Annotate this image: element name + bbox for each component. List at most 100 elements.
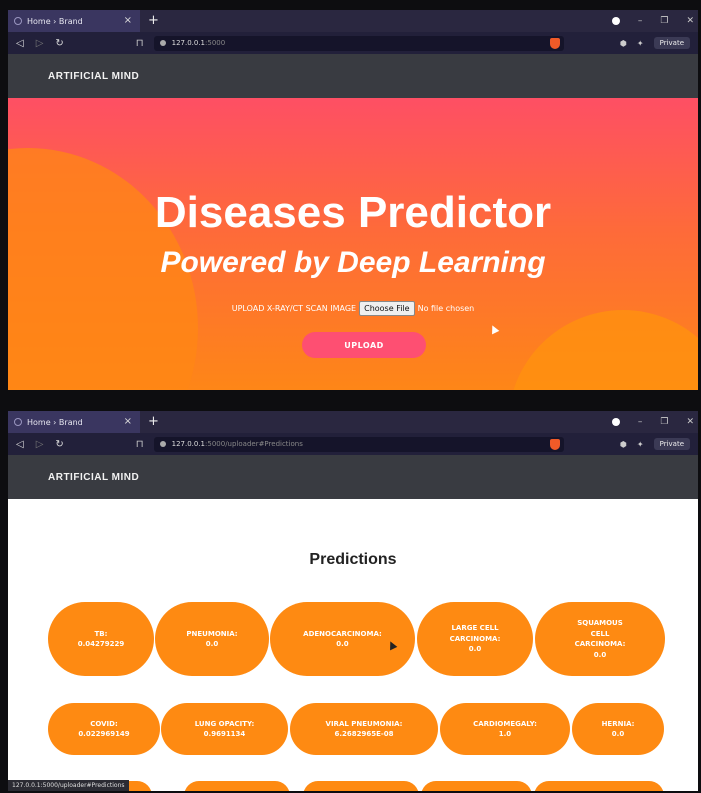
record-icon[interactable] <box>611 17 620 25</box>
extensions-area: ⬢ ✦ Private <box>620 433 690 455</box>
prediction-value: 0.0 <box>611 730 625 738</box>
prediction-card <box>184 781 290 791</box>
prediction-card <box>421 781 532 791</box>
prediction-name: COVID: <box>90 719 118 728</box>
puzzle-icon[interactable]: ✦ <box>637 440 644 449</box>
predictions-title: Predictions <box>309 551 397 568</box>
upload-row: UPLOAD X-RAY/CT SCAN IMAGE Choose File N… <box>8 301 698 316</box>
predictions-section: Predictions TB: 0.04279229 PNEUMONIA: 0.0 … <box>8 499 698 791</box>
reload-icon[interactable]: ↻ <box>55 439 63 450</box>
back-icon[interactable]: ◁ <box>16 38 24 49</box>
choose-file-button[interactable]: Choose File <box>359 301 415 316</box>
home-screenshot: Home › Brand × + – ❐ ✕ ◁ ▷ ↻ ⊓ 127.0.0.1… <box>8 10 698 390</box>
hero-section: Diseases Predictor Powered by Deep Learn… <box>8 98 698 390</box>
extension-icon[interactable]: ⬢ <box>620 440 627 449</box>
prediction-card-squamous-cell-carcinoma: SQUAMOUS CELL CARCINOMA: 0.0 <box>535 602 665 676</box>
brand-logo[interactable]: ARTIFICIAL MIND <box>48 71 139 82</box>
prediction-value: 0.022969149 <box>78 730 130 738</box>
tab-close-button[interactable]: × <box>124 15 132 26</box>
brave-shield-icon[interactable] <box>549 37 560 49</box>
bookmark-icon[interactable]: ⊓ <box>136 439 144 450</box>
window-controls: – ❐ ✕ <box>611 411 694 433</box>
back-icon[interactable]: ◁ <box>16 439 24 450</box>
url-field[interactable]: 127.0.0.1:5000/uploader#Predictions <box>153 436 564 452</box>
prediction-name: HERNIA: <box>601 719 635 728</box>
prediction-name: LUNG OPACITY: <box>194 719 255 728</box>
mouse-cursor-icon <box>488 323 500 335</box>
browser-tab[interactable]: Home › Brand × <box>8 10 140 32</box>
window-controls: – ❐ ✕ <box>611 10 694 32</box>
address-bar: ◁ ▷ ↻ ⊓ 127.0.0.1:5000/uploader#Predicti… <box>8 433 698 455</box>
prediction-value: 0.0 <box>468 645 482 654</box>
url-field[interactable]: 127.0.0.1:5000 <box>153 35 564 51</box>
upload-button[interactable]: UPLOAD <box>302 332 426 358</box>
prediction-value: 1.0 <box>498 730 512 738</box>
prediction-card-tb: TB: 0.04279229 <box>48 602 154 676</box>
brave-shield-icon[interactable] <box>549 438 560 450</box>
prediction-value: 6.2682965E-08 <box>334 730 394 738</box>
reload-icon[interactable]: ↻ <box>55 38 63 49</box>
restore-icon[interactable]: ❐ <box>660 417 668 427</box>
private-badge[interactable]: Private <box>653 438 690 450</box>
site-info-icon[interactable] <box>159 441 166 447</box>
prediction-name: CARDIOMEGALY: <box>473 719 537 728</box>
globe-icon <box>14 17 22 25</box>
prediction-value: 0.0 <box>593 650 607 659</box>
new-tab-button[interactable]: + <box>148 10 159 32</box>
tab-close-button[interactable]: × <box>124 416 132 427</box>
prediction-card-pneumonia: PNEUMONIA: 0.0 <box>155 602 269 676</box>
prediction-name: SQUAMOUS CELL CARCINOMA: <box>574 619 626 648</box>
file-status: No file chosen <box>417 304 475 313</box>
close-window-icon[interactable]: ✕ <box>686 417 694 427</box>
bookmark-icon[interactable]: ⊓ <box>136 38 144 49</box>
prediction-name: PNEUMONIA: <box>186 629 238 638</box>
url-host: 127.0.0.1 <box>171 440 206 448</box>
forward-icon[interactable]: ▷ <box>36 439 44 450</box>
url-host: 127.0.0.1 <box>171 39 206 47</box>
decorative-blob <box>508 310 698 390</box>
upload-label: UPLOAD X-RAY/CT SCAN IMAGE <box>231 304 357 313</box>
close-window-icon[interactable]: ✕ <box>686 16 694 26</box>
globe-icon <box>14 418 22 426</box>
puzzle-icon[interactable]: ✦ <box>637 39 644 48</box>
extension-icon[interactable]: ⬢ <box>620 39 627 48</box>
address-bar: ◁ ▷ ↻ ⊓ 127.0.0.1:5000 ⬢ ✦ Private <box>8 32 698 54</box>
hero-subtitle: Powered by Deep Learning <box>160 246 546 279</box>
prediction-value: 0.0 <box>205 640 219 648</box>
prediction-card-cardiomegaly: CARDIOMEGALY: 1.0 <box>440 703 570 755</box>
hero-title: Diseases Predictor <box>154 188 552 237</box>
forward-icon[interactable]: ▷ <box>36 38 44 49</box>
tab-title: Home › Brand <box>27 417 83 427</box>
site-navbar: ARTIFICIAL MIND <box>8 455 698 499</box>
prediction-name: TB: <box>94 629 108 638</box>
prediction-name: ADENOCARCINOMA: <box>303 629 382 638</box>
prediction-name: VIRAL PNEUMONIA: <box>325 719 403 728</box>
minimize-icon[interactable]: – <box>638 417 643 427</box>
prediction-card <box>534 781 664 791</box>
site-info-icon[interactable] <box>159 40 166 46</box>
url-path: :5000/uploader#Predictions <box>205 440 303 448</box>
prediction-card <box>303 781 419 791</box>
brand-logo[interactable]: ARTIFICIAL MIND <box>48 472 139 483</box>
tab-bar: Home › Brand × + – ❐ ✕ <box>8 411 698 433</box>
prediction-card-large-cell-carcinoma: LARGE CELL CARCINOMA: 0.0 <box>417 602 533 676</box>
tab-title: Home › Brand <box>27 16 83 26</box>
extensions-area: ⬢ ✦ Private <box>620 32 690 54</box>
prediction-value: 0.04279229 <box>77 640 125 648</box>
predictions-screenshot: Home › Brand × + – ❐ ✕ ◁ ▷ ↻ ⊓ 127.0.0.1… <box>8 411 698 791</box>
new-tab-button[interactable]: + <box>148 411 159 433</box>
private-badge[interactable]: Private <box>653 37 690 49</box>
prediction-name: LARGE CELL CARCINOMA: <box>449 624 501 643</box>
browser-tab[interactable]: Home › Brand × <box>8 411 140 433</box>
tab-bar: Home › Brand × + – ❐ ✕ <box>8 10 698 32</box>
prediction-value: 0.9691134 <box>203 730 246 738</box>
site-navbar: ARTIFICIAL MIND <box>8 54 698 98</box>
status-url: 127.0.0.1:5000/uploader#Predictions <box>8 780 129 791</box>
prediction-card-lung-opacity: LUNG OPACITY: 0.9691134 <box>161 703 288 755</box>
restore-icon[interactable]: ❐ <box>660 16 668 26</box>
prediction-card-hernia: HERNIA: 0.0 <box>572 703 664 755</box>
url-path: :5000 <box>205 39 226 47</box>
minimize-icon[interactable]: – <box>638 16 643 26</box>
prediction-value: 0.0 <box>336 640 349 648</box>
record-icon[interactable] <box>611 418 620 426</box>
